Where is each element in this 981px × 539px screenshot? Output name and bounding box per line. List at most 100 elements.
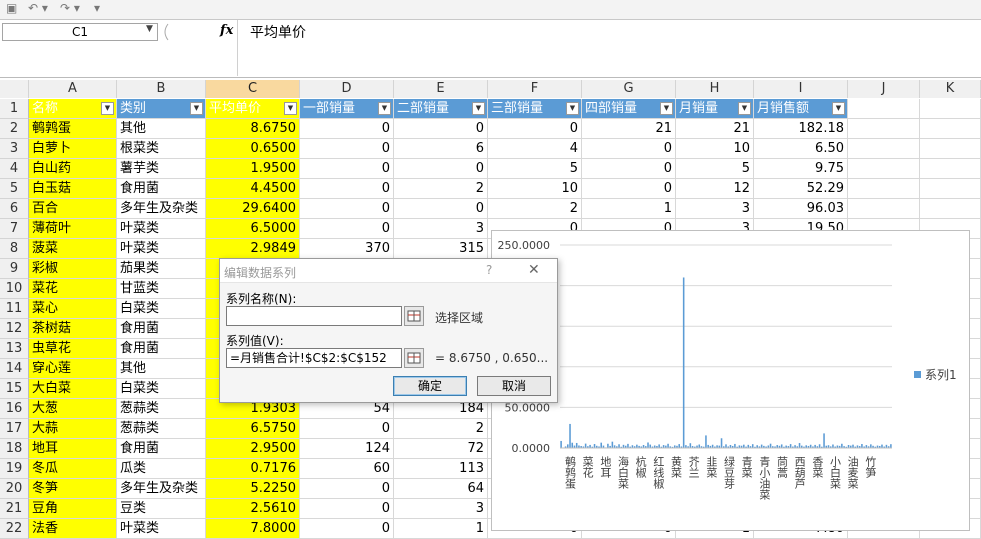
grid-cell[interactable]: 182.18 xyxy=(754,119,848,139)
grid-cell[interactable]: 菜花 xyxy=(29,279,117,299)
grid-cell[interactable]: 白菜类 xyxy=(117,379,206,399)
filter-dropdown-icon[interactable]: ▼ xyxy=(190,102,203,115)
grid-cell[interactable]: 0 xyxy=(300,199,394,219)
grid-cell[interactable]: 2 xyxy=(394,419,488,439)
grid-cell[interactable]: 5 xyxy=(488,159,582,179)
select-all-corner[interactable] xyxy=(0,80,29,98)
row-header[interactable]: 18 xyxy=(0,439,29,459)
grid-cell[interactable]: 21 xyxy=(582,119,676,139)
grid-cell[interactable]: 60 xyxy=(300,459,394,479)
grid-cell[interactable]: 白玉菇 xyxy=(29,179,117,199)
name-box[interactable]: C1 xyxy=(2,23,158,41)
table-header-cell[interactable]: 类别 ▼ xyxy=(117,99,206,119)
column-header[interactable]: F xyxy=(488,80,582,98)
grid-cell[interactable]: 冬笋 xyxy=(29,479,117,499)
grid-cell[interactable]: 2 xyxy=(488,199,582,219)
row-header[interactable]: 19 xyxy=(0,459,29,479)
row-header[interactable]: 14 xyxy=(0,359,29,379)
grid-cell[interactable] xyxy=(848,159,920,179)
redo-icon[interactable]: ↷ ▾ xyxy=(60,1,80,15)
column-header[interactable]: G xyxy=(582,80,676,98)
grid-cell[interactable]: 白萝卜 xyxy=(29,139,117,159)
grid-cell[interactable]: 4.4500 xyxy=(206,179,300,199)
grid-cell[interactable]: 72 xyxy=(394,439,488,459)
row-header[interactable]: 12 xyxy=(0,319,29,339)
undo-icon[interactable]: ↶ ▾ xyxy=(28,1,48,15)
grid-cell[interactable]: 0.7176 xyxy=(206,459,300,479)
grid-cell[interactable]: 29.6400 xyxy=(206,199,300,219)
grid-cell[interactable]: 0 xyxy=(300,159,394,179)
grid-cell[interactable]: 大白菜 xyxy=(29,379,117,399)
grid-cell[interactable]: 7.8000 xyxy=(206,519,300,539)
filter-dropdown-icon[interactable]: ▼ xyxy=(566,102,579,115)
filter-dropdown-icon[interactable]: ▼ xyxy=(832,102,845,115)
grid-cell[interactable]: 0 xyxy=(300,499,394,519)
grid-cell[interactable]: 薯芋类 xyxy=(117,159,206,179)
grid-cell[interactable]: 茄果类 xyxy=(117,259,206,279)
row-header[interactable]: 13 xyxy=(0,339,29,359)
grid-cell[interactable]: 0.6500 xyxy=(206,139,300,159)
grid-cell[interactable]: 3 xyxy=(676,199,754,219)
series-values-input[interactable]: =月销售合计!$C$2:$C$152 xyxy=(226,348,402,368)
chart[interactable]: 250.0000 50.0000 0.0000 鹌鹑蛋 菜花 地耳 海白菜 杭椒 红线椒 黄菜 芥兰… xyxy=(491,230,970,531)
table-header-cell[interactable]: 名称 ▼ xyxy=(29,99,117,119)
grid-cell[interactable]: 6.5750 xyxy=(206,419,300,439)
row-header[interactable]: 10 xyxy=(0,279,29,299)
grid-cell[interactable]: 穿心莲 xyxy=(29,359,117,379)
grid-cell[interactable] xyxy=(920,199,981,219)
grid-cell[interactable]: 豆角 xyxy=(29,499,117,519)
grid-cell[interactable]: 0 xyxy=(582,159,676,179)
range-select-icon[interactable] xyxy=(404,348,424,368)
grid-cell[interactable]: 瓜类 xyxy=(117,459,206,479)
series-name-input[interactable] xyxy=(226,306,402,326)
grid-cell[interactable]: 其他 xyxy=(117,119,206,139)
grid-cell[interactable] xyxy=(848,99,920,119)
row-header[interactable]: 17 xyxy=(0,419,29,439)
grid-cell[interactable]: 百合 xyxy=(29,199,117,219)
grid-cell[interactable]: 多年生及杂类 xyxy=(117,479,206,499)
grid-cell[interactable]: 9.75 xyxy=(754,159,848,179)
grid-cell[interactable]: 大葱 xyxy=(29,399,117,419)
column-header[interactable]: B xyxy=(117,80,206,98)
grid-cell[interactable]: 0 xyxy=(488,119,582,139)
close-icon[interactable]: ✕ xyxy=(528,262,540,278)
grid-cell[interactable]: 6.5000 xyxy=(206,219,300,239)
table-header-cell[interactable]: 三部销量 ▼ xyxy=(488,99,582,119)
table-header-cell[interactable]: 月销量 ▼ xyxy=(676,99,754,119)
grid-cell[interactable]: 6.50 xyxy=(754,139,848,159)
grid-cell[interactable]: 0 xyxy=(300,119,394,139)
grid-cell[interactable]: 64 xyxy=(394,479,488,499)
grid-cell[interactable]: 葱蒜类 xyxy=(117,399,206,419)
row-header[interactable]: 4 xyxy=(0,159,29,179)
filter-dropdown-icon[interactable]: ▼ xyxy=(472,102,485,115)
grid-cell[interactable]: 6 xyxy=(394,139,488,159)
grid-cell[interactable] xyxy=(920,119,981,139)
grid-cell[interactable]: 0 xyxy=(394,159,488,179)
grid-cell[interactable]: 8.6750 xyxy=(206,119,300,139)
grid-cell[interactable]: 21 xyxy=(676,119,754,139)
grid-cell[interactable]: 虫草花 xyxy=(29,339,117,359)
help-icon[interactable]: ? xyxy=(486,263,492,277)
grid-cell[interactable]: 大蒜 xyxy=(29,419,117,439)
grid-cell[interactable]: 0 xyxy=(300,179,394,199)
grid-cell[interactable]: 薄荷叶 xyxy=(29,219,117,239)
grid-cell[interactable] xyxy=(848,199,920,219)
grid-cell[interactable]: 0 xyxy=(582,139,676,159)
grid-cell[interactable]: 1 xyxy=(394,519,488,539)
save-icon[interactable]: ▣ xyxy=(6,1,17,15)
grid-cell[interactable]: 根菜类 xyxy=(117,139,206,159)
grid-cell[interactable]: 食用菌 xyxy=(117,339,206,359)
grid-cell[interactable]: 96.03 xyxy=(754,199,848,219)
grid-cell[interactable]: 10 xyxy=(676,139,754,159)
grid-cell[interactable]: 法香 xyxy=(29,519,117,539)
grid-cell[interactable] xyxy=(848,139,920,159)
grid-cell[interactable]: 地耳 xyxy=(29,439,117,459)
row-header[interactable]: 7 xyxy=(0,219,29,239)
grid-cell[interactable]: 甘蓝类 xyxy=(117,279,206,299)
grid-cell[interactable]: 鹌鹑蛋 xyxy=(29,119,117,139)
grid-cell[interactable]: 124 xyxy=(300,439,394,459)
grid-cell[interactable]: 5.2250 xyxy=(206,479,300,499)
grid-cell[interactable]: 食用菌 xyxy=(117,179,206,199)
grid-cell[interactable]: 0 xyxy=(300,419,394,439)
column-header[interactable]: I xyxy=(754,80,848,98)
